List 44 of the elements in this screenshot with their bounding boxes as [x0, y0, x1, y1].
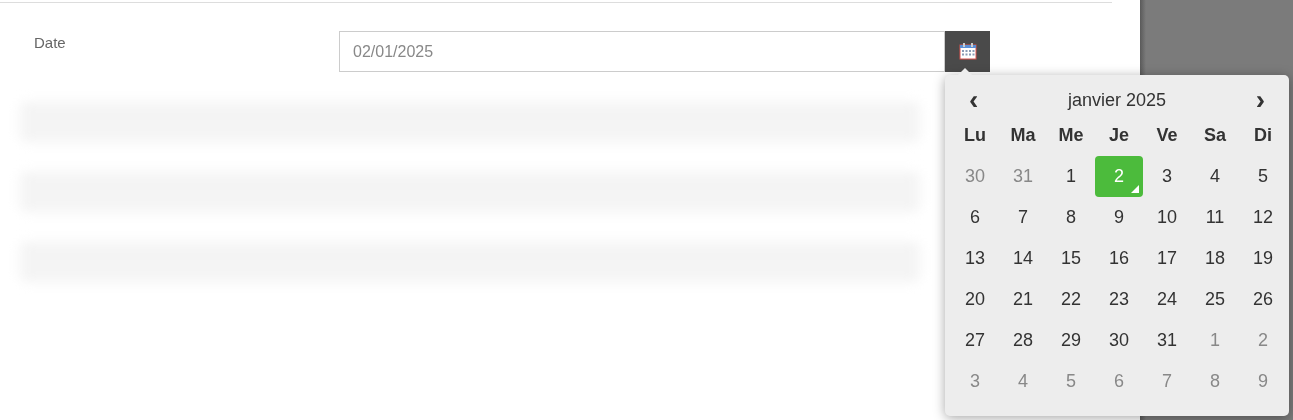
- day-cell[interactable]: 23: [1095, 279, 1143, 320]
- day-cell[interactable]: 27: [951, 320, 999, 361]
- day-cell[interactable]: 24: [1143, 279, 1191, 320]
- day-cell[interactable]: 1: [1047, 156, 1095, 197]
- day-cell[interactable]: 17: [1143, 238, 1191, 279]
- day-cell[interactable]: 16: [1095, 238, 1143, 279]
- next-month-button[interactable]: ›: [1247, 87, 1273, 113]
- day-cell[interactable]: 30: [1095, 320, 1143, 361]
- day-cell[interactable]: 8: [1047, 197, 1095, 238]
- day-cell[interactable]: 11: [1191, 197, 1239, 238]
- previous-month-button[interactable]: ‹: [961, 87, 987, 113]
- day-cell[interactable]: 9: [1095, 197, 1143, 238]
- day-cell[interactable]: 26: [1239, 279, 1287, 320]
- weekday-label: Sa: [1203, 124, 1227, 147]
- day-cell[interactable]: 18: [1191, 238, 1239, 279]
- field-label: Date: [34, 34, 67, 51]
- day-cell[interactable]: 13: [951, 238, 999, 279]
- weekday-label: Je: [1108, 124, 1130, 147]
- day-cell[interactable]: 3: [1143, 156, 1191, 197]
- weekday-label: Lu: [963, 124, 987, 147]
- day-cell[interactable]: 14: [999, 238, 1047, 279]
- day-cell[interactable]: 31: [1143, 320, 1191, 361]
- day-cell[interactable]: 15: [1047, 238, 1095, 279]
- calendar-icon: [958, 43, 977, 60]
- day-cell[interactable]: 19: [1239, 238, 1287, 279]
- weekday-label: Ma: [1009, 124, 1037, 147]
- day-cell[interactable]: 6: [951, 197, 999, 238]
- day-cell[interactable]: 25: [1191, 279, 1239, 320]
- weekday-label: Di: [1253, 124, 1273, 147]
- calendar-button[interactable]: [945, 31, 990, 72]
- day-cell[interactable]: 5: [1239, 156, 1287, 197]
- day-cell[interactable]: 21: [999, 279, 1047, 320]
- day-cell[interactable]: 28: [999, 320, 1047, 361]
- month-title: janvier 2025: [1067, 89, 1167, 111]
- weekday-label: Me: [1057, 124, 1085, 147]
- day-cell[interactable]: 29: [1047, 320, 1095, 361]
- day-cell[interactable]: 10: [1143, 197, 1191, 238]
- date-field[interactable]: 02/01/2025: [339, 31, 945, 72]
- weekday-label: Ve: [1155, 124, 1179, 147]
- day-cell[interactable]: 4: [1191, 156, 1239, 197]
- day-cell[interactable]: 7: [999, 197, 1047, 238]
- day-cell[interactable]: 22: [1047, 279, 1095, 320]
- day-cell[interactable]: 12: [1239, 197, 1287, 238]
- day-cell[interactable]: 20: [951, 279, 999, 320]
